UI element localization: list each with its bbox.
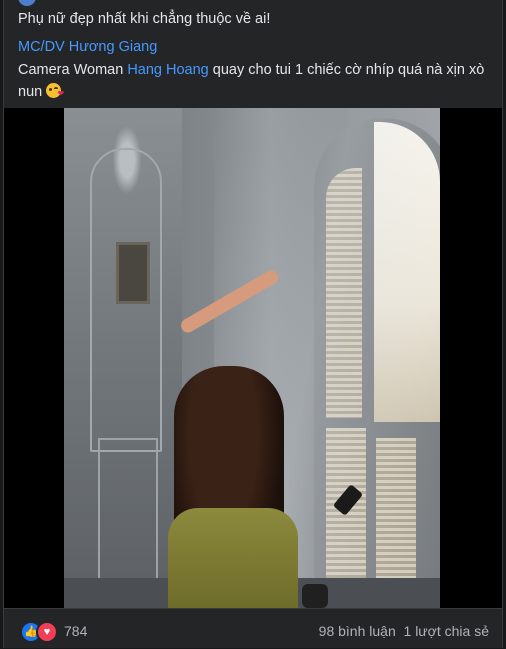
mention-link[interactable]: MC/DV Hương Giang <box>18 39 157 55</box>
post-caption: Camera Woman Hang Hoang quay cho tui 1 c… <box>18 59 488 103</box>
video-frame <box>64 108 440 608</box>
love-icon[interactable]: ♥ <box>36 621 58 643</box>
post-headline: Phụ nữ đẹp nhất khi chẳng thuộc về ai! <box>18 11 271 27</box>
reaction-count[interactable]: 784 <box>64 623 87 639</box>
comment-count-link[interactable]: 98 bình luận <box>319 623 396 639</box>
credit-line: MC/DV Hương Giang <box>18 37 157 57</box>
engagement-stats: 98 bình luận 1 lượt chia sẻ <box>319 623 489 639</box>
caption-mention-link[interactable]: Hang Hoang <box>127 62 208 78</box>
post-footer: 👍 ♥ 784 98 bình luận 1 lượt chia sẻ <box>4 608 502 649</box>
video-player[interactable] <box>4 108 502 608</box>
share-count-link[interactable]: 1 lượt chia sẻ <box>404 623 489 639</box>
avatar[interactable] <box>18 0 36 6</box>
caption-prefix: Camera Woman <box>18 62 128 78</box>
post-card: Phụ nữ đẹp nhất khi chẳng thuộc về ai! M… <box>3 0 503 648</box>
kiss-emoji-icon: ❤ <box>46 83 64 98</box>
